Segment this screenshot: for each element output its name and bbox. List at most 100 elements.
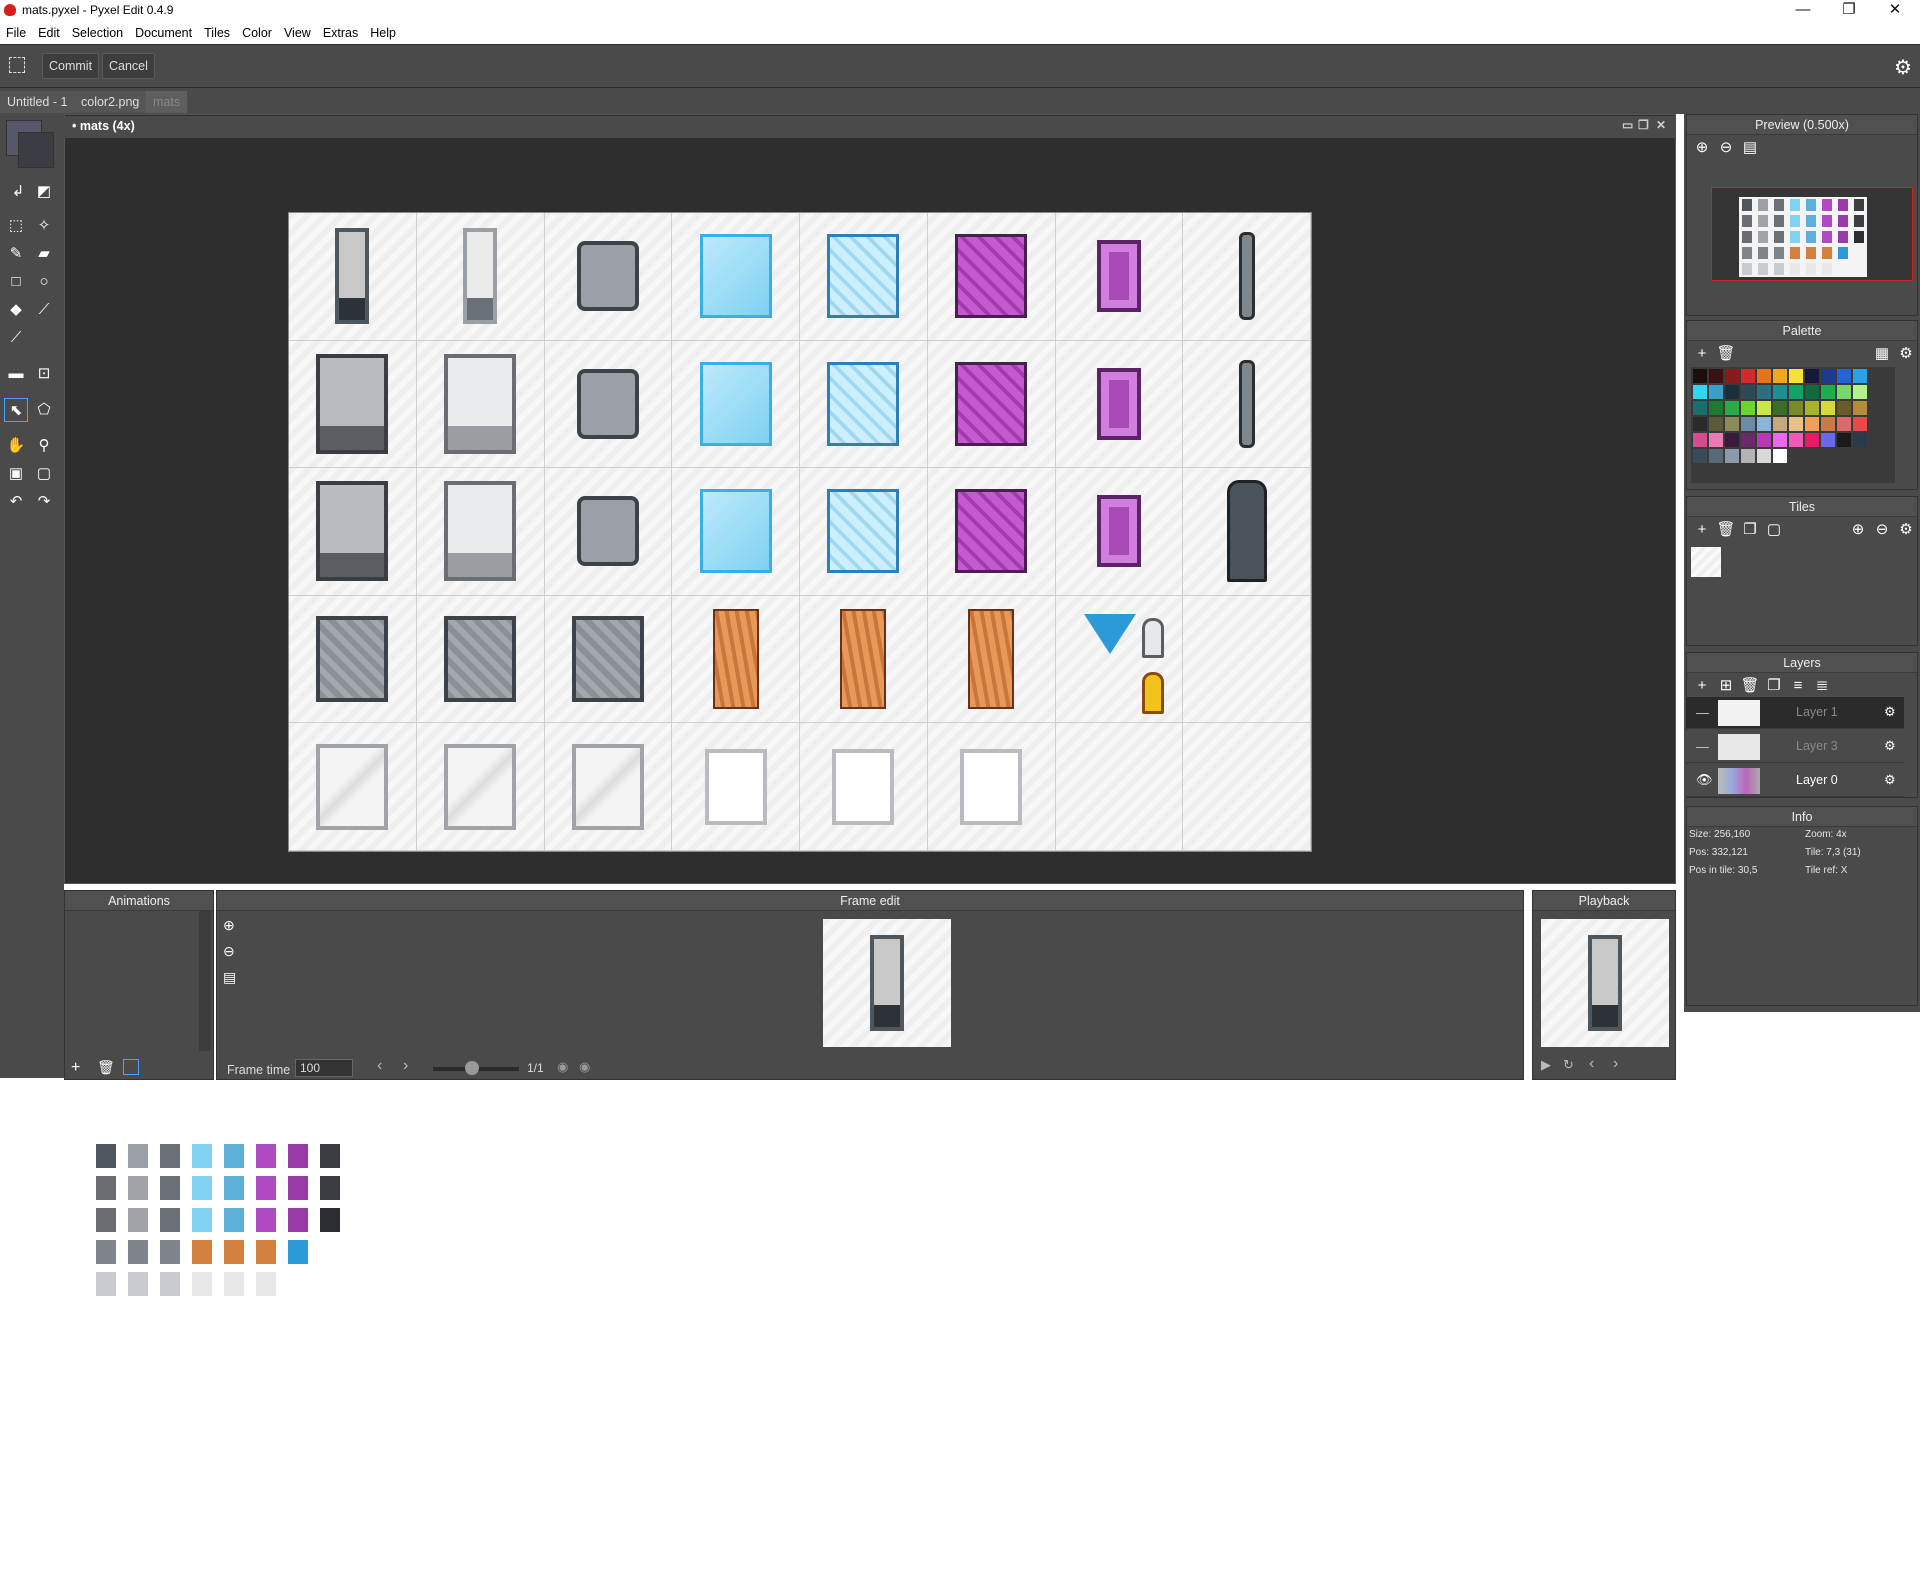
secondary-color-swatch[interactable] [18,132,54,168]
palette-swatch[interactable] [1741,401,1755,415]
commit-button[interactable]: Commit [42,53,100,79]
layer-row[interactable]: 👁 Layer 0 ⚙ [1686,765,1904,797]
play-icon[interactable]: ▶ [1541,1057,1551,1073]
tile-cell[interactable] [800,213,928,341]
magic-wand-icon[interactable]: ✧ [32,214,56,238]
tile-cell[interactable] [672,340,800,469]
tiles-settings-icon[interactable]: ⚙ [1895,519,1917,541]
palette-swatch[interactable] [1837,433,1851,447]
palette-swatch[interactable] [1709,401,1723,415]
layer-row[interactable]: — Layer 1 ⚙ [1686,697,1904,729]
tile-place-icon[interactable]: ⬠ [32,398,56,422]
palette-swatch[interactable] [1853,417,1867,431]
palette-swatch[interactable] [1789,369,1803,383]
layer-settings-icon[interactable]: ⚙ [1884,738,1896,754]
tile-cell[interactable] [289,340,417,469]
animations-scrollbar[interactable] [199,911,211,1051]
tile-cell[interactable] [1055,595,1184,724]
palette-swatch[interactable] [1773,401,1787,415]
palette-swatch[interactable] [1773,417,1787,431]
palette-swatch[interactable] [1821,401,1835,415]
palette-swatch[interactable] [1837,417,1851,431]
palette-swatch[interactable] [1709,385,1723,399]
select-animation-icon[interactable] [123,1059,139,1075]
tile-cell[interactable] [800,595,928,724]
palette-swatch[interactable] [1709,369,1723,383]
tile-cell[interactable] [1183,213,1311,341]
tab-color2[interactable]: color2.png [74,91,147,113]
palette-swatch[interactable] [1805,385,1819,399]
hand-icon[interactable]: ✋ [4,434,28,458]
layer-hidden-icon[interactable]: — [1696,739,1709,754]
minimize-button[interactable]: — [1780,0,1826,22]
tile-cell[interactable] [927,340,1056,469]
preview-fit-icon[interactable]: ▤ [1739,137,1761,159]
palette-swatch[interactable] [1805,433,1819,447]
tile-cell[interactable] [927,723,1056,851]
add-animation-icon[interactable]: + [71,1059,80,1077]
palette-swatch[interactable] [1757,417,1771,431]
swap-colors-icon[interactable]: ↲ [6,180,30,204]
palette-swatch[interactable] [1789,401,1803,415]
palette-settings-icon[interactable]: ⚙ [1895,343,1917,365]
palette-swatches[interactable] [1691,367,1895,483]
tile-cell[interactable] [544,468,673,596]
tile-cell[interactable] [800,723,928,851]
tile-cell[interactable] [672,723,800,851]
menu-edit[interactable]: Edit [32,22,66,44]
tile-cell[interactable] [800,340,928,469]
onion-skin-icon[interactable]: ◉ [557,1059,568,1075]
palette-swatch[interactable] [1773,449,1787,463]
palette-swatch[interactable] [1837,369,1851,383]
palette-swatch[interactable] [1773,369,1787,383]
palette-swatch[interactable] [1725,401,1739,415]
line-tool-icon[interactable]: ▬ [4,362,28,386]
frame-fit-icon[interactable]: ▤ [223,969,236,986]
palette-swatch[interactable] [1693,385,1707,399]
tile-cell[interactable] [416,595,545,724]
tiles-zoom-in-icon[interactable]: ⊕ [1847,519,1869,541]
tiles-zoom-out-icon[interactable]: ⊖ [1871,519,1893,541]
tile-cell[interactable] [289,595,417,724]
flatten-layer-icon[interactable]: ≣ [1811,675,1833,697]
layer-row[interactable]: — Layer 3 ⚙ [1686,731,1904,763]
tile-cell[interactable] [927,468,1056,596]
palette-swatch[interactable] [1837,401,1851,415]
rect-select-icon[interactable]: ⬚ [4,214,28,238]
menu-extras[interactable]: Extras [317,22,364,44]
preview-zoom-in-icon[interactable]: ⊕ [1691,137,1713,159]
preview-zoom-out-icon[interactable]: ⊖ [1715,137,1737,159]
merge-layer-icon[interactable]: ≡ [1787,675,1809,697]
playback-prev-icon[interactable]: ‹ [1589,1055,1594,1073]
palette-swatch[interactable] [1741,369,1755,383]
tile-cell[interactable] [544,340,673,469]
delete-animation-icon[interactable]: 🗑 [97,1059,115,1076]
palette-swatch[interactable] [1693,433,1707,447]
menu-selection[interactable]: Selection [66,22,129,44]
palette-swatch[interactable] [1821,385,1835,399]
reset-colors-icon[interactable]: ◩ [32,180,56,204]
tile-cell[interactable] [672,595,800,724]
tile-cell[interactable] [1183,468,1311,596]
redo-icon[interactable]: ↷ [32,490,56,514]
delete-layer-icon[interactable]: 🗑 [1739,675,1761,697]
fill-bucket-icon[interactable]: ◆ [4,298,28,322]
palette-swatch[interactable] [1773,433,1787,447]
menu-color[interactable]: Color [236,22,278,44]
frame-zoom-in-icon[interactable]: ⊕ [223,917,235,934]
palette-swatch[interactable] [1757,449,1771,463]
cancel-button[interactable]: Cancel [102,53,155,79]
palette-swatch[interactable] [1709,449,1723,463]
palette-swatch[interactable] [1853,385,1867,399]
pencil-icon[interactable]: ✎ [4,242,28,266]
duplicate-tile-icon[interactable]: ❐ [1739,519,1761,541]
undo-icon[interactable]: ↶ [4,490,28,514]
tile-cell[interactable] [416,468,545,596]
tile-cell[interactable] [1055,213,1184,341]
tile-select-icon[interactable]: ⊡ [32,362,56,386]
frame-alt-icon[interactable]: ▢ [32,462,56,486]
frame-icon[interactable]: ▣ [4,462,28,486]
palette-swatch[interactable] [1853,433,1867,447]
onion-skin-alt-icon[interactable]: ◉ [579,1059,590,1075]
tile-cell[interactable] [416,213,545,341]
